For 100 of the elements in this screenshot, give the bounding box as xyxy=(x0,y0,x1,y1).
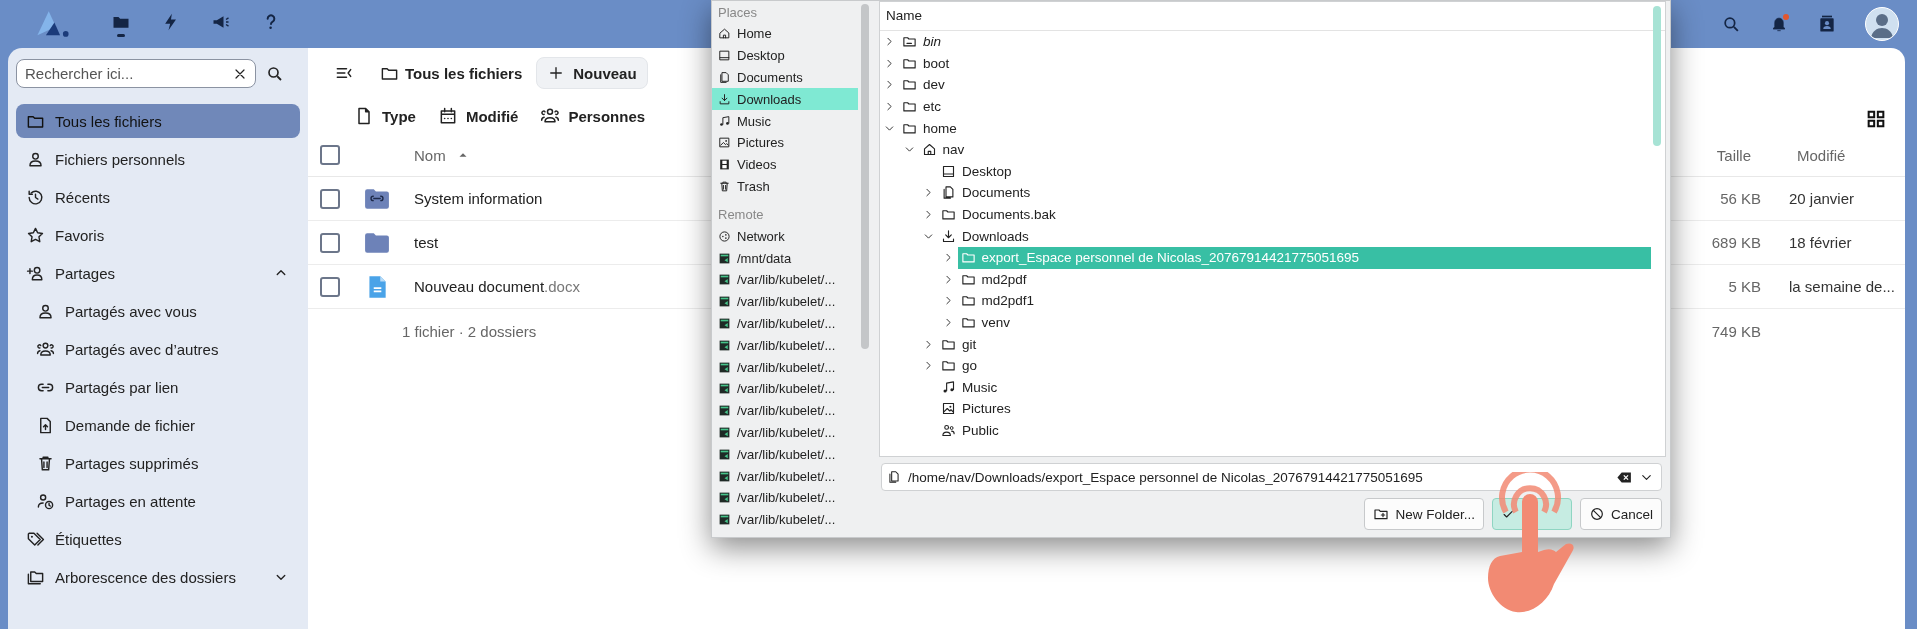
places-item[interactable]: /mnt/data xyxy=(712,247,858,269)
tree-item[interactable]: Public xyxy=(938,419,1651,442)
music-note-icon xyxy=(941,379,956,395)
monitor-icon xyxy=(941,163,956,179)
drive-icon xyxy=(718,316,731,330)
tree-item[interactable]: Downloads xyxy=(938,225,1651,247)
sidebar-item[interactable]: Partagés avec d’autres xyxy=(16,332,300,366)
places-item[interactable]: Downloads xyxy=(712,88,858,111)
places-item[interactable]: /var/lib/kubelet/... xyxy=(712,268,858,291)
places-item[interactable]: Pictures xyxy=(712,132,858,154)
sidebar-item[interactable]: Récents xyxy=(16,180,300,214)
places-item[interactable]: /var/lib/kubelet/... xyxy=(712,399,858,422)
places-item[interactable]: /var/lib/kubelet/... xyxy=(712,377,858,400)
people-icon xyxy=(36,339,55,359)
tree-item[interactable]: bin xyxy=(899,31,1651,53)
filter-button[interactable]: Personnes xyxy=(540,106,646,126)
filter-button[interactable]: Type xyxy=(354,106,416,126)
tree-item[interactable]: git xyxy=(938,333,1651,355)
tree-item[interactable]: Documents xyxy=(938,182,1651,204)
tree-item[interactable]: Music xyxy=(938,376,1651,399)
home-icon xyxy=(921,142,937,158)
sidebar-item[interactable]: Partages xyxy=(16,256,300,290)
tree-item[interactable]: Documents.bak xyxy=(938,203,1651,226)
film-icon xyxy=(718,158,731,172)
places-item[interactable]: Network xyxy=(712,225,858,248)
search-field[interactable]: Rechercher ici... xyxy=(16,59,256,88)
tree-item[interactable]: home xyxy=(899,117,1651,139)
places-item[interactable]: Videos xyxy=(712,153,858,176)
sidebar-item[interactable]: Étiquettes xyxy=(16,522,300,556)
drive-icon xyxy=(718,447,731,461)
drive-icon xyxy=(718,251,731,265)
tree-item[interactable]: dev xyxy=(899,74,1651,96)
sidebar-item[interactable]: Demande de fichier xyxy=(16,408,300,442)
new-folder-button[interactable]: New Folder... xyxy=(1364,498,1484,530)
sidebar-item[interactable]: Arborescence des dossiers xyxy=(16,560,300,594)
row-checkbox[interactable] xyxy=(320,276,340,297)
contacts-icon xyxy=(1817,14,1837,34)
filter-button[interactable]: Modifié xyxy=(437,106,519,126)
drive-icon xyxy=(718,491,731,505)
folder-icon xyxy=(902,34,917,50)
places-item[interactable]: /var/lib/kubelet/... xyxy=(712,486,858,509)
places-item[interactable]: Documents xyxy=(712,66,858,89)
places-item[interactable]: Trash xyxy=(712,175,858,198)
folder-plus-icon xyxy=(1373,506,1390,522)
sidebar-item[interactable]: Partages supprimés xyxy=(16,446,300,480)
pages-icon xyxy=(887,470,901,484)
places-item[interactable]: Music xyxy=(712,110,858,132)
file-size: 689 KB xyxy=(1710,234,1761,251)
scrollbar-thumb[interactable] xyxy=(1653,6,1661,146)
folder-icon xyxy=(902,77,917,93)
places-item[interactable]: /var/lib/kubelet/... xyxy=(712,334,858,357)
cancel-button[interactable]: Cancel xyxy=(1579,498,1662,530)
column-header[interactable]: Nom xyxy=(414,146,446,164)
tree-item[interactable]: md2pdf xyxy=(957,268,1651,291)
drive-icon xyxy=(718,273,731,287)
tag-icon xyxy=(26,529,45,549)
places-item[interactable]: /var/lib/kubelet/... xyxy=(712,465,858,487)
row-checkbox[interactable] xyxy=(320,232,340,253)
modified-date: la semaine de... xyxy=(1789,278,1896,295)
scrollbar-thumb[interactable] xyxy=(861,4,869,349)
grid-view-icon xyxy=(1865,108,1887,130)
folder-icon xyxy=(902,99,917,115)
tree-item[interactable]: Pictures xyxy=(938,398,1651,420)
star-icon xyxy=(26,225,45,245)
sidebar-item[interactable]: Favoris xyxy=(16,218,300,252)
home-icon xyxy=(718,27,731,41)
people-icon xyxy=(540,106,561,126)
breadcrumb[interactable]: Tous les fichiers xyxy=(376,63,527,83)
tree-item[interactable]: Desktop xyxy=(938,160,1651,183)
select-all-checkbox[interactable] xyxy=(320,145,340,165)
places-item[interactable]: Desktop xyxy=(712,44,858,67)
tree-item[interactable]: etc xyxy=(899,95,1651,118)
places-item[interactable]: /var/lib/kubelet/... xyxy=(712,312,858,335)
places-item[interactable]: Home xyxy=(712,23,858,45)
places-item[interactable]: /var/lib/kubelet/... xyxy=(712,443,858,466)
row-checkbox[interactable] xyxy=(320,188,340,209)
sidebar-item[interactable]: Partages en attente xyxy=(16,484,300,518)
places-item[interactable]: /var/lib/kubelet/... xyxy=(712,290,858,313)
sidebar-item[interactable]: Fichiers personnels xyxy=(16,142,300,176)
drive-icon xyxy=(718,404,731,418)
sidebar-item[interactable]: Partagés avec vous xyxy=(16,294,300,328)
column-header[interactable]: Modifié xyxy=(1789,146,1899,164)
tree-item[interactable]: boot xyxy=(899,52,1651,75)
modified-date: 20 janvier xyxy=(1789,190,1856,207)
avatar[interactable] xyxy=(1865,7,1899,41)
pages-icon xyxy=(718,71,731,84)
path-field[interactable]: /home/nav/Downloads/export_Espace personnel de Nicolas_20767914421775051695 xyxy=(881,463,1662,491)
tree-item[interactable]: go xyxy=(938,354,1651,377)
places-item[interactable]: /var/lib/kubelet/... xyxy=(712,421,858,444)
tree-item[interactable]: venv xyxy=(957,311,1651,334)
drive-icon xyxy=(718,295,731,309)
sidebar-item[interactable]: Partagés par lien xyxy=(16,370,300,404)
tree-item[interactable]: nav xyxy=(918,138,1651,161)
tree-item[interactable]: md2pdf1 xyxy=(957,290,1651,312)
sidebar-item[interactable]: Tous les fichiers xyxy=(16,104,300,138)
history-icon xyxy=(26,187,45,207)
places-item[interactable]: /var/lib/kubelet/... xyxy=(712,356,858,378)
new-button[interactable]: Nouveau xyxy=(536,57,648,89)
drive-icon xyxy=(718,469,731,483)
places-item[interactable]: /var/lib/kubelet/... xyxy=(712,508,858,531)
